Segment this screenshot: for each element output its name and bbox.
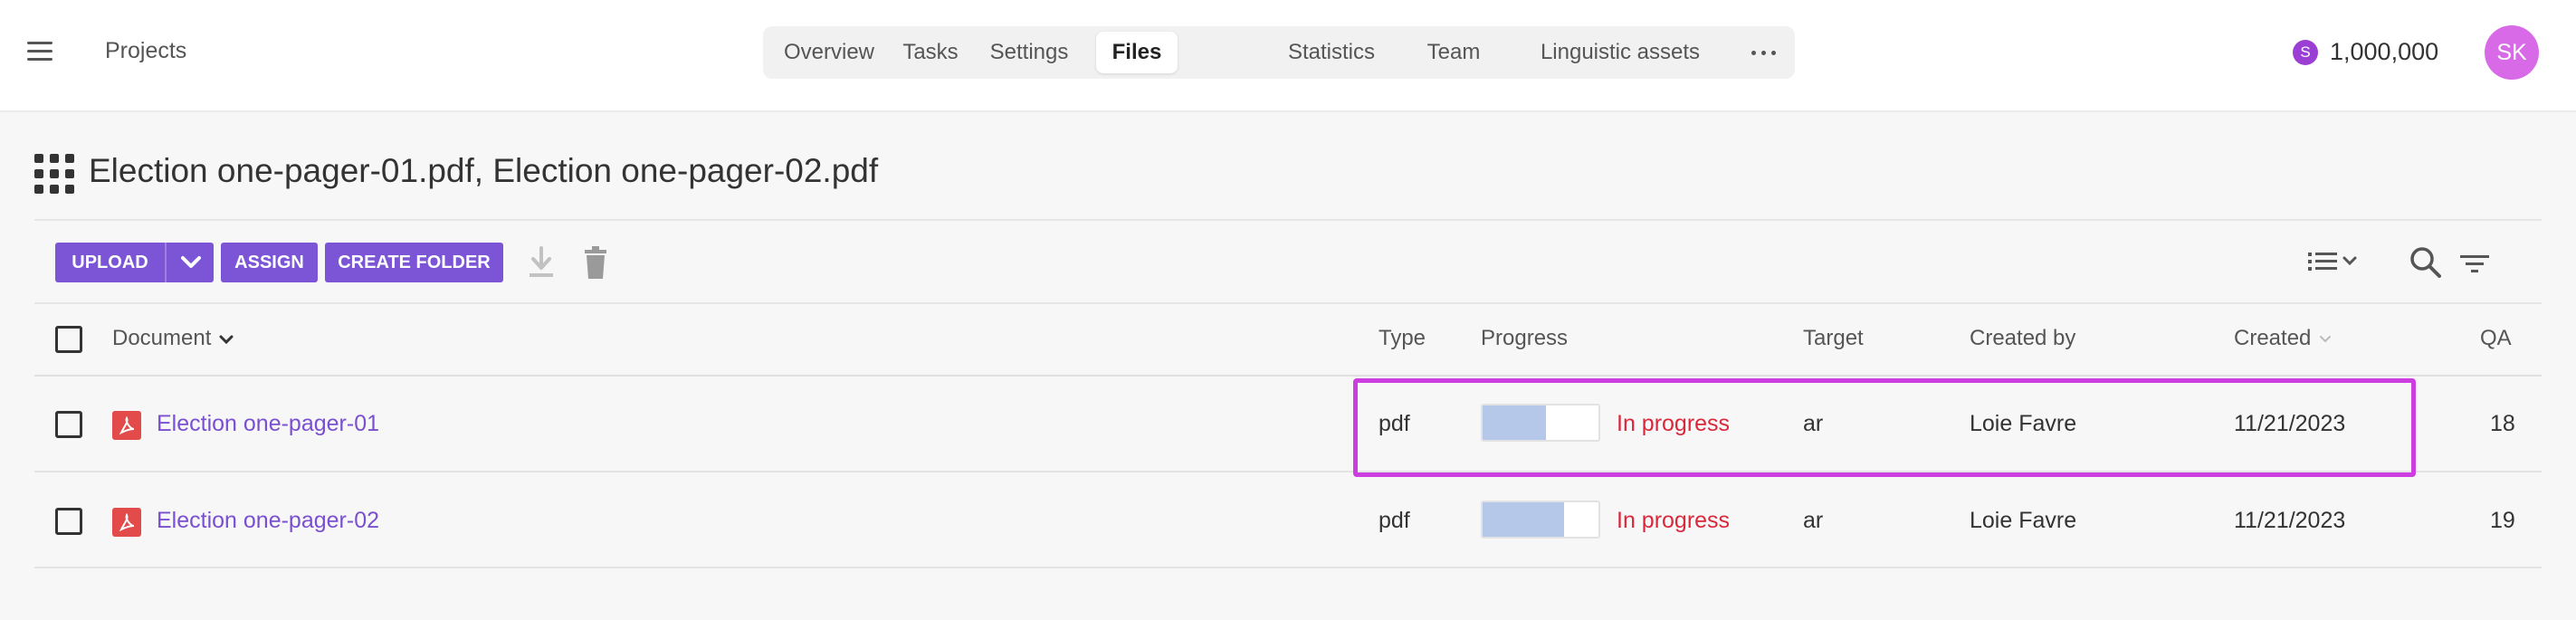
hamburger-menu-icon[interactable] [27, 42, 52, 62]
create-folder-button[interactable]: CREATE FOLDER [325, 243, 503, 282]
title-divider [34, 219, 2542, 221]
progress-bar [1481, 404, 1600, 442]
project-nav-tabs: Overview Tasks Settings Files Statistics… [763, 26, 1795, 79]
tab-team[interactable]: Team [1417, 32, 1490, 73]
filter-icon[interactable] [2457, 246, 2493, 282]
apps-grid-icon[interactable] [34, 154, 74, 194]
top-bar: Projects Overview Tasks Settings Files S… [0, 0, 2576, 112]
target-cell: ar [1803, 411, 1824, 436]
column-header-type[interactable]: Type [1379, 326, 1426, 351]
progress-bar-fill [1483, 502, 1564, 537]
row-checkbox[interactable] [55, 411, 82, 438]
tab-settings[interactable]: Settings [978, 32, 1080, 73]
projects-link[interactable]: Projects [105, 38, 186, 64]
download-icon[interactable] [523, 243, 559, 282]
tab-files[interactable]: Files [1096, 32, 1178, 73]
progress-bar [1481, 501, 1600, 539]
column-header-created-by[interactable]: Created by [1970, 326, 2075, 351]
table-row[interactable]: Election one-pager-01 pdf In progress ar… [34, 377, 2542, 472]
toolbar-divider [34, 302, 2542, 304]
row-checkbox[interactable] [55, 508, 82, 535]
type-cell: pdf [1379, 508, 1410, 533]
table-row[interactable]: Election one-pager-02 pdf In progress ar… [34, 472, 2542, 568]
tab-linguistic-assets[interactable]: Linguistic assets [1532, 32, 1708, 73]
column-header-document[interactable]: Document [112, 326, 235, 351]
status-text: In progress [1617, 411, 1731, 436]
created-by-cell: Loie Favre [1970, 508, 2077, 533]
qa-cell: 19 [2490, 508, 2515, 533]
page-title: Election one-pager-01.pdf, Election one-… [89, 152, 879, 189]
select-all-checkbox[interactable] [55, 326, 82, 353]
progress-bar-fill [1483, 405, 1547, 440]
chevron-down-icon [181, 256, 201, 268]
tab-tasks[interactable]: Tasks [890, 32, 971, 73]
created-date-cell: 11/21/2023 [2234, 411, 2346, 436]
user-avatar[interactable]: SK [2485, 25, 2539, 80]
credits-value: 1,000,000 [2330, 38, 2439, 65]
trash-icon[interactable] [577, 243, 614, 282]
assign-button[interactable]: ASSIGN [221, 243, 318, 282]
list-view-toggle[interactable] [2306, 244, 2366, 281]
column-header-qa[interactable]: QA [2480, 326, 2512, 351]
created-by-cell: Loie Favre [1970, 411, 2077, 436]
document-link[interactable]: Election one-pager-01 [157, 411, 379, 437]
search-icon[interactable] [2408, 243, 2444, 282]
chevron-down-icon [219, 335, 234, 344]
column-header-target[interactable]: Target [1803, 326, 1864, 351]
qa-cell: 18 [2490, 411, 2515, 436]
tab-statistics[interactable]: Statistics [1275, 32, 1388, 73]
upload-dropdown-button[interactable] [165, 243, 214, 282]
pdf-file-icon [112, 508, 141, 537]
pdf-file-icon [112, 411, 141, 440]
created-date-cell: 11/21/2023 [2234, 508, 2346, 533]
upload-button[interactable]: UPLOAD [55, 243, 165, 282]
target-cell: ar [1803, 508, 1824, 533]
type-cell: pdf [1379, 411, 1410, 436]
list-view-icon [2308, 253, 2357, 271]
document-link[interactable]: Election one-pager-02 [157, 508, 379, 534]
tab-overview[interactable]: Overview [776, 32, 883, 73]
column-header-progress[interactable]: Progress [1481, 326, 1568, 351]
sort-chevron-icon [2320, 335, 2332, 343]
status-text: In progress [1617, 508, 1731, 533]
column-header-created[interactable]: Created [2234, 326, 2333, 351]
credits-coin-icon: S [2293, 40, 2318, 65]
more-options-icon[interactable] [1746, 39, 1782, 66]
